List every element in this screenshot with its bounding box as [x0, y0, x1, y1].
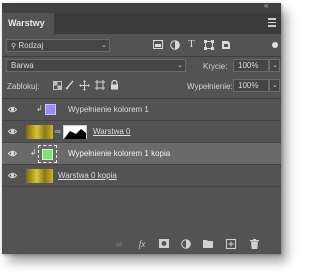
fill-swatch-thumbnail[interactable]: [45, 104, 56, 115]
clipping-mask-arrow-icon: ↲: [36, 104, 43, 113]
fill-swatch-thumbnail[interactable]: [42, 149, 53, 160]
divider: [2, 56, 281, 57]
lock-row: Zablokuj: Wypełnienie: 100% ⌄: [2, 78, 281, 94]
layers-panel: « Warstwy ⚲ Rodzaj ⌄ T Barwa ⌄ Krycie: 1…: [2, 3, 281, 254]
lock-position-icon[interactable]: [79, 80, 90, 94]
panel-footer-toolbar: ∞ fx: [2, 235, 281, 254]
new-adjustment-layer-icon[interactable]: [181, 239, 191, 249]
shape-filter-icon[interactable]: [203, 40, 214, 53]
eye-visibility-icon[interactable]: [8, 149, 17, 158]
blend-mode-value: Barwa: [11, 61, 34, 70]
lock-label: Zablokuj:: [7, 82, 40, 91]
eye-visibility-icon[interactable]: [8, 171, 17, 180]
fill-dropdown-button[interactable]: ⌄: [269, 79, 280, 92]
layer-name[interactable]: Wypełnienie kolorem 1: [68, 104, 149, 115]
lock-artboard-icon[interactable]: [94, 80, 105, 93]
lock-image-pixels-icon[interactable]: [65, 80, 75, 93]
layer-image-thumbnail[interactable]: [26, 125, 53, 139]
delete-layer-trash-icon[interactable]: [249, 239, 259, 249]
chevron-down-icon: ⌄: [272, 62, 278, 69]
chevron-down-icon: ⌄: [101, 42, 107, 49]
eye-visibility-icon[interactable]: [8, 105, 17, 114]
opacity-input[interactable]: 100%: [233, 59, 269, 72]
layer-mask-thumbnail[interactable]: [63, 125, 87, 139]
filter-kind-label: Rodzaj: [18, 41, 44, 50]
fill-label: Wypełnienie:: [187, 82, 233, 91]
chevron-down-icon: ⌄: [272, 82, 278, 89]
add-mask-icon[interactable]: [159, 239, 169, 249]
lock-all-icon[interactable]: [109, 79, 119, 93]
layer-row[interactable]: Warstwa 0 kopia: [2, 165, 281, 187]
layer-row-selected[interactable]: ↲ Wypełnienie kolorem 1 kopia: [2, 143, 281, 165]
layer-name[interactable]: Warstwa 0 kopia: [58, 170, 117, 181]
layer-row[interactable]: ↲ Wypełnienie kolorem 1: [2, 99, 281, 121]
layer-row[interactable]: ∞ Warstwa 0: [2, 121, 281, 143]
collapse-panel-button[interactable]: «: [264, 3, 268, 10]
filter-kind-select[interactable]: ⚲ Rodzaj ⌄: [6, 39, 110, 52]
layer-name[interactable]: Wypełnienie kolorem 1 kopia: [68, 148, 170, 159]
new-layer-icon[interactable]: [226, 239, 236, 249]
panel-tab-bar: Warstwy: [2, 13, 281, 34]
chevron-down-icon: ⌄: [177, 62, 183, 69]
blend-mode-select[interactable]: Barwa ⌄: [6, 59, 186, 72]
fill-input[interactable]: 100%: [233, 79, 269, 92]
adjustment-filter-icon[interactable]: [169, 40, 180, 53]
type-filter-icon[interactable]: T: [186, 39, 197, 50]
smart-object-filter-icon[interactable]: [220, 40, 231, 53]
link-chain-icon[interactable]: ∞: [55, 126, 61, 137]
filter-row: ⚲ Rodzaj ⌄ T: [2, 38, 281, 54]
image-filter-icon[interactable]: [152, 40, 163, 52]
layer-image-thumbnail[interactable]: [26, 169, 53, 183]
clipping-mask-arrow-icon: ↲: [30, 148, 37, 157]
fx-layer-style-icon[interactable]: fx: [137, 239, 147, 249]
lock-transparent-pixels-icon[interactable]: [52, 81, 62, 93]
new-group-folder-icon[interactable]: [203, 239, 213, 249]
filter-toggle-switch[interactable]: [272, 42, 278, 48]
panel-menu-icon[interactable]: [268, 18, 276, 27]
eye-visibility-icon[interactable]: [8, 127, 17, 136]
search-icon: ⚲: [11, 43, 17, 50]
opacity-dropdown-button[interactable]: ⌄: [269, 59, 280, 72]
blend-row: Barwa ⌄ Krycie: 100% ⌄: [2, 58, 281, 74]
tab-layers[interactable]: Warstwy: [2, 13, 54, 34]
layer-name[interactable]: Warstwa 0: [93, 126, 131, 137]
link-layers-icon[interactable]: ∞: [114, 239, 124, 249]
panel-top-bar: «: [2, 3, 281, 13]
opacity-label: Krycie:: [203, 62, 228, 71]
